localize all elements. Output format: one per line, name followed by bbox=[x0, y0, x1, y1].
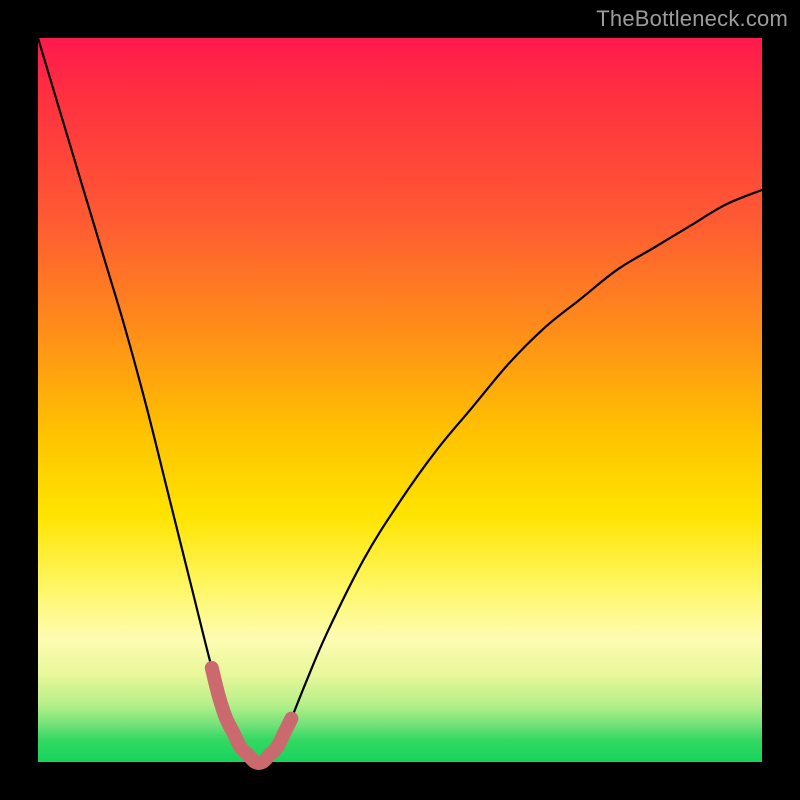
plot-area bbox=[38, 38, 762, 762]
chart-frame: TheBottleneck.com bbox=[0, 0, 800, 800]
curve-thin-path bbox=[38, 38, 762, 763]
bottleneck-curve bbox=[38, 38, 762, 762]
curve-thick-highlight bbox=[212, 668, 292, 763]
watermark-text: TheBottleneck.com bbox=[596, 6, 788, 32]
